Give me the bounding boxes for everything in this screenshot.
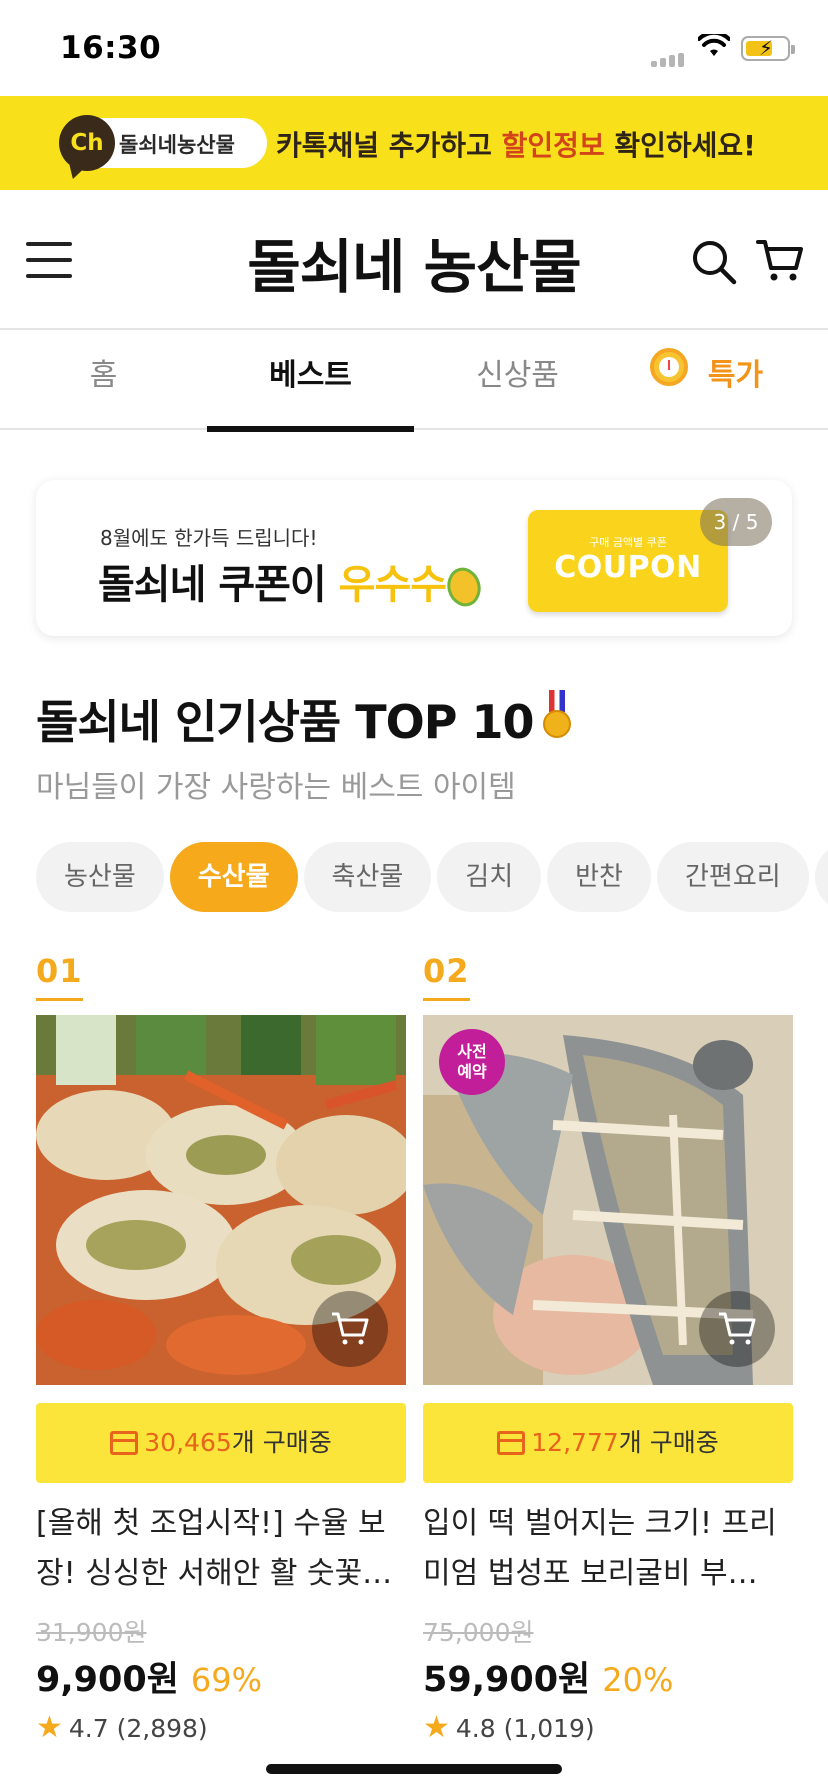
wifi-icon <box>697 30 731 62</box>
kakao-channel-pill[interactable]: Ch 돌쇠네농산물 <box>59 115 267 171</box>
add-to-cart-button[interactable] <box>312 1291 388 1367</box>
discount-rate: 69% <box>190 1661 263 1699</box>
kakao-banner-highlight: 할인정보 <box>501 129 605 162</box>
product-card[interactable]: 02 사전 예약 12,777개 구매중 입이 떡 벌어지는 크기! 프리미엄 법… <box>423 952 793 1745</box>
cart-icon[interactable] <box>756 238 804 288</box>
purchase-count-bar: 30,465개 구매중 <box>36 1403 406 1483</box>
product-rank: 02 <box>423 952 470 1001</box>
purchase-count-bar: 12,777개 구매중 <box>423 1403 793 1483</box>
star-icon: ★ <box>423 1710 450 1745</box>
chip-more[interactable] <box>814 842 828 912</box>
chip-seafood[interactable]: 수산물 <box>169 842 298 912</box>
chip-kimchi[interactable]: 김치 <box>437 842 542 912</box>
product-name[interactable]: 입이 떡 벌어지는 크기! 프리미엄 법성포 보리굴비 부… <box>423 1499 793 1599</box>
chip-side-dish[interactable]: 반찬 <box>547 842 651 912</box>
app-header: 돌쇠네 농산물 <box>0 190 828 330</box>
coupon-banner-subtitle: 8월에도 한가득 드립니다! <box>100 526 318 550</box>
category-chips: 농산물 수산물 축산물 김치 반찬 간편요리 <box>36 842 828 912</box>
coupon-ticket-image: 구매 금액별 쿠폰 COUPON <box>528 510 728 612</box>
preorder-badge: 사전 예약 <box>439 1029 505 1095</box>
coupon-banner[interactable]: 8월에도 한가득 드립니다! 돌쇠네 쿠폰이 우수수 구매 금액별 쿠폰 COU… <box>36 480 792 636</box>
product-image-croaker[interactable]: 사전 예약 <box>423 1015 793 1385</box>
star-icon: ★ <box>36 1710 63 1745</box>
sale-price: 59,900원 20% <box>423 1660 674 1700</box>
product-rank: 01 <box>36 952 83 1001</box>
corn-icon <box>439 562 489 612</box>
tab-home[interactable]: 홈 <box>0 330 207 430</box>
banner-pager: 3 / 5 <box>700 498 772 546</box>
chip-livestock[interactable]: 축산물 <box>303 842 432 912</box>
main-tabs: 홈 베스트 신상품 특가 <box>0 330 828 432</box>
gift-icon <box>110 1431 139 1455</box>
product-image-crabs[interactable] <box>36 1015 406 1385</box>
signal-icon <box>651 48 687 67</box>
tab-special-deal[interactable]: 특가 <box>621 330 828 430</box>
kakao-banner-text: 카톡채널 추가하고 할인정보 확인하세요! <box>276 129 756 162</box>
kakao-channel-banner[interactable]: Ch 돌쇠네농산물 카톡채널 추가하고 할인정보 확인하세요! <box>0 96 828 190</box>
kakao-ch-icon: Ch <box>59 115 115 171</box>
battery-icon: ⚡ <box>741 36 795 61</box>
tab-best[interactable]: 베스트 <box>207 330 414 432</box>
kakao-channel-name: 돌쇠네농산물 <box>119 133 235 157</box>
status-time: 16:30 <box>60 30 162 66</box>
section-title: 돌쇠네 인기상품 TOP 10 <box>36 686 572 752</box>
original-price: 75,000원 <box>423 1618 534 1647</box>
coupon-banner-title: 돌쇠네 쿠폰이 우수수 <box>98 552 489 612</box>
tab-new[interactable]: 신상품 <box>414 330 621 430</box>
product-rating: ★ 4.7 (2,898) <box>36 1710 208 1745</box>
add-to-cart-button[interactable] <box>699 1291 775 1367</box>
product-card[interactable]: 01 30,465개 구매중 [올해 첫 조업시작!] 수율 보장! 싱싱한 서… <box>36 952 406 1745</box>
discount-rate: 20% <box>602 1661 674 1699</box>
status-bar: 16:30 ⚡ <box>0 0 828 96</box>
search-icon[interactable] <box>690 238 738 290</box>
chip-agriculture[interactable]: 농산물 <box>36 842 164 912</box>
section-subtitle: 마님들이 가장 사랑하는 베스트 아이템 <box>36 770 516 805</box>
chip-easy-meal[interactable]: 간편요리 <box>656 842 809 912</box>
gift-icon <box>497 1431 526 1455</box>
sale-price: 9,900원 69% <box>36 1660 263 1700</box>
product-rating: ★ 4.8 (1,019) <box>423 1710 595 1745</box>
product-name[interactable]: [올해 첫 조업시작!] 수율 보장! 싱싱한 서해안 활 숫꽃… <box>36 1499 406 1599</box>
original-price: 31,900원 <box>36 1618 147 1647</box>
medal-icon <box>542 690 572 744</box>
home-indicator[interactable] <box>266 1764 562 1774</box>
